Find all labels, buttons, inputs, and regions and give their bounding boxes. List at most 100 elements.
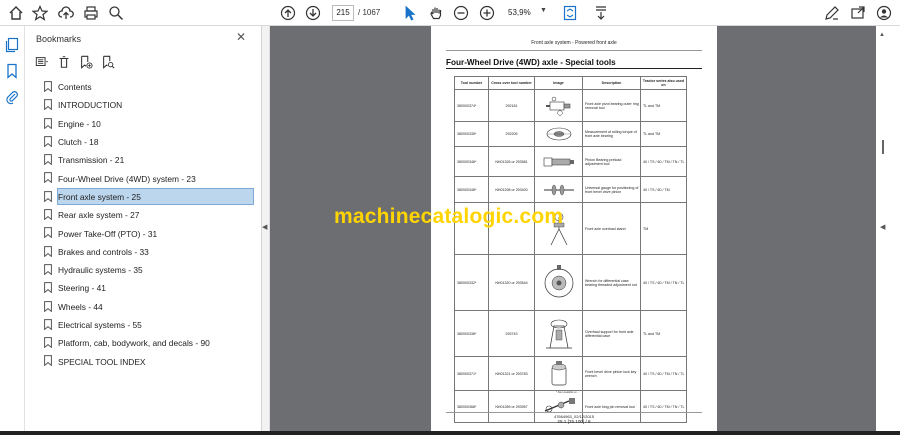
scroll-mode-icon[interactable] xyxy=(591,3,611,23)
bookmark-label: Transmission - 21 xyxy=(58,155,125,166)
cross-over-cell: NH01326 or 293581 xyxy=(488,146,535,177)
tractor-series-cell: 40 / TS / 60 / TM / TN / TL xyxy=(640,254,687,311)
bookmark-icon xyxy=(44,245,52,257)
bookmark-item[interactable]: Transmission - 21 xyxy=(25,151,262,169)
bookmark-item[interactable]: Four-Wheel Drive (4WD) system - 23 xyxy=(25,169,262,187)
bookmark-icon xyxy=(44,282,52,294)
tool-number-cell: 380000346* xyxy=(454,146,489,177)
bookmark-item[interactable]: INTRODUCTION xyxy=(25,96,262,114)
bookmark-toolbar xyxy=(33,54,117,70)
title-divider xyxy=(446,68,702,69)
footer-divider xyxy=(446,412,702,413)
chevron-down-icon[interactable]: ▼ xyxy=(540,7,547,14)
bookmark-label: Hydraulic systems - 35 xyxy=(58,265,143,276)
cross-over-cell: NH01320 or 293544 xyxy=(488,254,535,311)
description-cell: Front axle overhaul stand xyxy=(582,202,641,255)
bookmark-label: Contents xyxy=(58,82,92,93)
print-icon[interactable] xyxy=(81,3,101,23)
tool-number-cell: 380000348* xyxy=(454,176,489,203)
hand-tool-icon[interactable] xyxy=(426,3,446,23)
main-toolbar: 215 / 1067 53,9% ▼ xyxy=(0,0,900,26)
bookmark-icon xyxy=(44,172,52,184)
cross-over-cell: 292181 xyxy=(488,89,535,122)
upload-cloud-icon[interactable] xyxy=(56,3,76,23)
bookmark-item[interactable]: Hydraulic systems - 35 xyxy=(25,261,262,279)
table-header-row: Tool number Cross over tool number Image… xyxy=(454,76,687,90)
description-cell: Universal gauge for positioning of front… xyxy=(582,176,641,203)
watermark: machinecatalogic.com xyxy=(334,205,564,228)
pdf-page: Front axle system - Powered front axle F… xyxy=(431,26,717,435)
bookmark-icon xyxy=(44,264,52,275)
delete-bookmark-icon[interactable] xyxy=(55,54,73,70)
bookmark-icon xyxy=(44,99,52,111)
bookmark-item[interactable]: Platform, cab, bodywork, and decals - 90 xyxy=(25,334,262,352)
column-header: Tool number xyxy=(454,76,489,90)
page-up-icon[interactable] xyxy=(278,3,298,23)
bookmark-icon[interactable] xyxy=(2,61,22,81)
tool-image-cell xyxy=(534,146,583,177)
special-tools-table: Tool number Cross over tool number Image… xyxy=(454,76,687,423)
zoom-out-icon[interactable] xyxy=(451,3,471,23)
bookmark-label: Four-Wheel Drive (4WD) system - 23 xyxy=(58,173,196,184)
pages-icon[interactable] xyxy=(2,35,22,55)
bookmark-item[interactable]: Electrical systems - 55 xyxy=(25,316,262,334)
star-icon[interactable] xyxy=(30,3,50,23)
description-cell: Pinion Bearing preload adjustment tool xyxy=(582,146,641,177)
description-cell: Front axle pivot bearing outer ring remo… xyxy=(582,89,641,122)
tractor-series-cell: 40 / TS / 60 / TM / TN / TL xyxy=(640,356,687,391)
tool-image-cell xyxy=(534,89,583,122)
bookmark-icon xyxy=(44,337,52,349)
bookmark-item[interactable]: Contents xyxy=(25,78,262,96)
column-header: Image xyxy=(534,76,583,90)
page-down-icon[interactable] xyxy=(303,3,323,23)
column-header: Tractor series also used on xyxy=(640,76,687,90)
bookmark-icon xyxy=(44,81,52,92)
expand-right-panel-icon[interactable]: ◀ xyxy=(880,223,885,231)
panel-title: Bookmarks xyxy=(36,34,82,44)
bookmark-icon xyxy=(44,135,52,147)
find-bookmark-icon[interactable] xyxy=(99,54,117,70)
table-row: 380000335* 292205 Measurement of rolling t… xyxy=(454,121,687,147)
bookmark-item[interactable]: SPECIAL TOOL INDEX xyxy=(25,352,262,370)
tool-picture xyxy=(544,264,573,297)
bookmark-item[interactable]: Engine - 10 xyxy=(25,115,262,133)
header-divider xyxy=(446,50,702,51)
page-header: Front axle system - Powered front axle xyxy=(531,40,617,46)
bookmark-label: INTRODUCTION xyxy=(58,100,123,111)
edit-sign-icon[interactable] xyxy=(822,3,842,23)
bookmark-item[interactable]: Brakes and controls - 33 xyxy=(25,243,262,261)
bookmark-label: Brakes and controls - 33 xyxy=(58,246,149,257)
bookmark-icon xyxy=(44,117,52,129)
table-row: 380000348* NH01298 or 293400 Universal gau… xyxy=(454,176,687,203)
bookmark-item[interactable]: Rear axle system - 27 xyxy=(25,206,262,224)
tractor-series-cell: TM xyxy=(640,202,687,255)
collapse-panel-icon[interactable]: ◀ xyxy=(262,223,267,231)
home-icon[interactable] xyxy=(6,3,26,23)
attachment-icon[interactable] xyxy=(2,87,22,107)
zoom-in-icon[interactable] xyxy=(477,3,497,23)
table-row: 380000374* 292181 Front axle pivot bearing… xyxy=(454,89,687,122)
select-cursor-icon[interactable] xyxy=(400,3,420,23)
scrollbar-thumb[interactable] xyxy=(882,140,884,154)
fit-page-icon[interactable] xyxy=(560,3,580,23)
description-cell: Measurement of rolling torque of front a… xyxy=(582,121,641,147)
bookmarks-panel: Bookmarks ✕ Contents INTRODUCTION Engine -… xyxy=(25,26,262,435)
account-icon[interactable] xyxy=(874,3,894,23)
bookmark-item[interactable]: Wheels - 44 xyxy=(25,298,262,316)
zoom-search-icon[interactable] xyxy=(106,3,126,23)
scroll-up-icon[interactable]: ▲ xyxy=(879,32,885,38)
tractor-series-cell: TL and TM xyxy=(640,310,687,357)
add-bookmark-icon[interactable] xyxy=(77,54,95,70)
bookmark-label: Electrical systems - 55 xyxy=(58,320,142,330)
page-number-input[interactable]: 215 xyxy=(332,5,354,21)
bookmark-item[interactable]: Front axle system - 25 xyxy=(25,187,262,206)
bookmark-label: Front axle system - 25 xyxy=(58,191,141,202)
tractor-series-cell: TL and TM xyxy=(640,89,687,122)
share-email-icon[interactable] xyxy=(848,3,868,23)
bookmark-item[interactable]: Clutch - 18 xyxy=(25,133,262,151)
tool-picture xyxy=(545,319,572,348)
close-icon[interactable]: ✕ xyxy=(234,30,248,44)
bookmark-item[interactable]: Steering - 41 xyxy=(25,279,262,297)
options-menu-icon[interactable] xyxy=(33,54,51,70)
bookmark-item[interactable]: Power Take-Off (PTO) - 31 xyxy=(25,224,262,242)
